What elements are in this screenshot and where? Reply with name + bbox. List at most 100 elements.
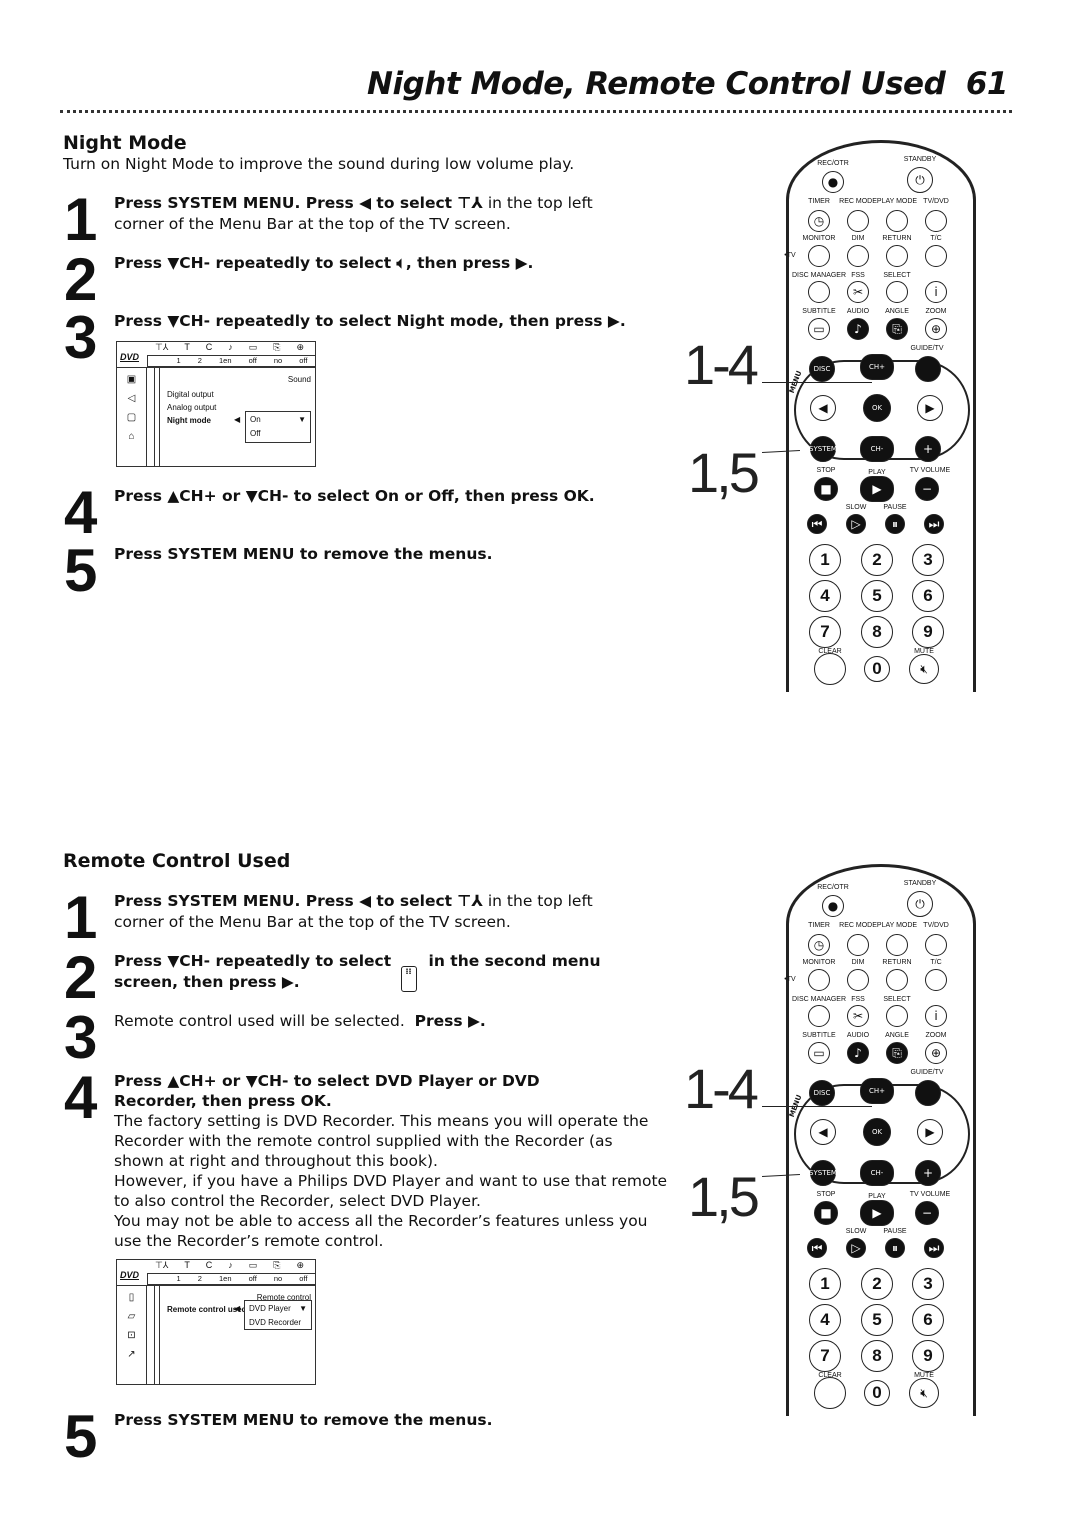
fss-button[interactable]: ✂	[847, 1005, 869, 1027]
angle-button[interactable]: ⎘	[886, 318, 908, 340]
audio-button[interactable]: ♪	[847, 318, 869, 340]
ok-button[interactable]: OK	[863, 1118, 891, 1146]
play-button[interactable]: ▶	[860, 1200, 894, 1226]
disc-manager-button[interactable]	[808, 1005, 830, 1027]
digit-7-button[interactable]: 7	[809, 616, 841, 648]
option-dvd-player[interactable]: DVD Player	[249, 1304, 291, 1313]
option-off[interactable]: Off	[250, 429, 261, 438]
digit-7-button[interactable]: 7	[809, 1340, 841, 1372]
select-button[interactable]	[886, 1005, 908, 1027]
disc-manager-button[interactable]	[808, 281, 830, 303]
previous-button[interactable]: ⏮	[807, 514, 827, 534]
option-on[interactable]: On	[250, 415, 261, 424]
digit-1-button[interactable]: 1	[809, 1268, 841, 1300]
system-menu-button[interactable]: SYSTEM	[809, 436, 837, 462]
ch-minus-button[interactable]: CH-	[860, 436, 894, 462]
dim-button[interactable]	[847, 969, 869, 991]
menu-item-selected[interactable]: Night mode	[167, 416, 211, 425]
digit-8-button[interactable]: 8	[861, 616, 893, 648]
digit-5-button[interactable]: 5	[861, 580, 893, 612]
option-dvd-recorder[interactable]: DVD Recorder	[249, 1318, 301, 1327]
disc-button[interactable]: DISC	[809, 356, 835, 382]
zoom-button[interactable]: ⊕	[925, 318, 947, 340]
standby-button[interactable]: ⏻	[907, 167, 933, 193]
zoom-button[interactable]: ⊕	[925, 1042, 947, 1064]
right-button[interactable]: ▶	[917, 1119, 943, 1145]
digit-4-button[interactable]: 4	[809, 1304, 841, 1336]
rec-mode-button[interactable]	[847, 934, 869, 956]
tv-dvd-button[interactable]	[925, 934, 947, 956]
digit-0-button[interactable]: 0	[864, 656, 890, 682]
digit-2-button[interactable]: 2	[861, 1268, 893, 1300]
system-menu-button[interactable]: SYSTEM	[809, 1160, 837, 1186]
volume-up-button[interactable]: +	[915, 1160, 941, 1186]
right-button[interactable]: ▶	[917, 395, 943, 421]
digit-1-button[interactable]: 1	[809, 544, 841, 576]
timer-button[interactable]: ◷	[808, 210, 830, 232]
volume-up-button[interactable]: +	[915, 436, 941, 462]
rec-mode-button[interactable]	[847, 210, 869, 232]
digit-3-button[interactable]: 3	[912, 544, 944, 576]
volume-down-button[interactable]: −	[915, 477, 939, 501]
mute-button[interactable]: 🔇︎	[909, 1378, 939, 1408]
monitor-button[interactable]	[808, 245, 830, 267]
subtitle-button[interactable]: ▭	[808, 318, 830, 340]
play-mode-button[interactable]	[886, 934, 908, 956]
rec-button[interactable]: ●	[822, 895, 844, 917]
options-list[interactable]: On ▼ Off	[245, 411, 311, 443]
clear-button[interactable]	[814, 653, 846, 685]
next-button[interactable]: ⏭	[924, 514, 944, 534]
guide-tv-button[interactable]	[915, 356, 941, 382]
timer-button[interactable]: ◷	[808, 934, 830, 956]
digit-2-button[interactable]: 2	[861, 544, 893, 576]
play-mode-button[interactable]	[886, 210, 908, 232]
return-button[interactable]	[886, 245, 908, 267]
options-list[interactable]: DVD Player ▼ DVD Recorder	[244, 1300, 312, 1330]
left-button[interactable]: ◀	[810, 395, 836, 421]
menu-item[interactable]: Digital output	[167, 390, 214, 399]
return-button[interactable]	[886, 969, 908, 991]
select-button[interactable]	[886, 281, 908, 303]
digit-9-button[interactable]: 9	[912, 1340, 944, 1372]
monitor-button[interactable]	[808, 969, 830, 991]
digit-8-button[interactable]: 8	[861, 1340, 893, 1372]
ok-button[interactable]: OK	[863, 394, 891, 422]
dim-button[interactable]	[847, 245, 869, 267]
stop-button[interactable]: ■	[814, 477, 838, 501]
ch-minus-button[interactable]: CH-	[860, 1160, 894, 1186]
rec-button[interactable]: ●	[822, 171, 844, 193]
slow-button[interactable]: ▷	[846, 514, 866, 534]
subtitle-button[interactable]: ▭	[808, 1042, 830, 1064]
next-button[interactable]: ⏭	[924, 1238, 944, 1258]
volume-down-button[interactable]: −	[915, 1201, 939, 1225]
digit-5-button[interactable]: 5	[861, 1304, 893, 1336]
pause-button[interactable]: ⏸	[885, 514, 905, 534]
audio-button[interactable]: ♪	[847, 1042, 869, 1064]
ch-plus-button[interactable]: CH+	[860, 1078, 894, 1104]
slow-button[interactable]: ▷	[846, 1238, 866, 1258]
play-button[interactable]: ▶	[860, 476, 894, 502]
stop-button[interactable]: ■	[814, 1201, 838, 1225]
digit-6-button[interactable]: 6	[912, 580, 944, 612]
clear-button[interactable]	[814, 1377, 846, 1409]
ch-plus-button[interactable]: CH+	[860, 354, 894, 380]
angle-button[interactable]: ⎘	[886, 1042, 908, 1064]
menu-item[interactable]: Analog output	[167, 403, 216, 412]
tv-dvd-button[interactable]	[925, 210, 947, 232]
digit-6-button[interactable]: 6	[912, 1304, 944, 1336]
digit-9-button[interactable]: 9	[912, 616, 944, 648]
standby-button[interactable]: ⏻	[907, 891, 933, 917]
info-button[interactable]: i	[925, 1005, 947, 1027]
info-button[interactable]: i	[925, 281, 947, 303]
digit-3-button[interactable]: 3	[912, 1268, 944, 1300]
previous-button[interactable]: ⏮	[807, 1238, 827, 1258]
tc-button[interactable]	[925, 245, 947, 267]
guide-tv-button[interactable]	[915, 1080, 941, 1106]
disc-button[interactable]: DISC	[809, 1080, 835, 1106]
mute-button[interactable]: 🔇︎	[909, 654, 939, 684]
digit-0-button[interactable]: 0	[864, 1380, 890, 1406]
digit-4-button[interactable]: 4	[809, 580, 841, 612]
pause-button[interactable]: ⏸	[885, 1238, 905, 1258]
tc-button[interactable]	[925, 969, 947, 991]
fss-button[interactable]: ✂	[847, 281, 869, 303]
